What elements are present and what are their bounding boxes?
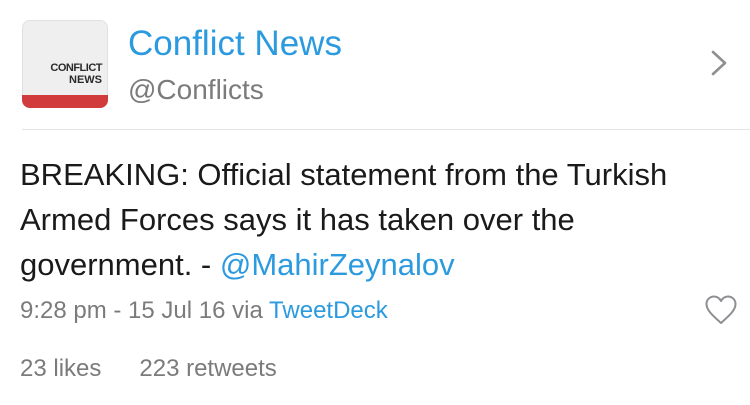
divider — [22, 129, 750, 130]
display-name[interactable]: Conflict News — [128, 24, 342, 64]
avatar-stripe — [22, 95, 108, 108]
timestamp: 9:28 pm - 15 Jul 16 via — [20, 297, 270, 324]
tweet-meta: 9:28 pm - 15 Jul 16 via TweetDeck — [20, 294, 388, 328]
chevron-right-icon[interactable] — [708, 48, 730, 78]
avatar-logo-line2: NEWS — [69, 74, 102, 86]
likes-count[interactable]: 23 likes — [20, 355, 101, 382]
avatar-logo-line1: CONFLICT — [50, 62, 102, 74]
tweet-detail: CONFLICT NEWS Conflict News @Conflicts B… — [0, 0, 750, 405]
tweet-stats: 23 likes 223 retweets — [20, 352, 277, 386]
tweet-text: BREAKING: Official statement from the Tu… — [20, 152, 740, 287]
retweets-count[interactable]: 223 retweets — [139, 355, 276, 382]
user-handle[interactable]: @Conflicts — [128, 73, 264, 107]
mention-link[interactable]: @MahirZeynalov — [220, 247, 455, 282]
avatar[interactable]: CONFLICT NEWS — [22, 20, 108, 108]
source-link[interactable]: TweetDeck — [269, 297, 388, 324]
avatar-logo: CONFLICT NEWS — [50, 62, 102, 86]
heart-icon[interactable] — [704, 294, 738, 326]
